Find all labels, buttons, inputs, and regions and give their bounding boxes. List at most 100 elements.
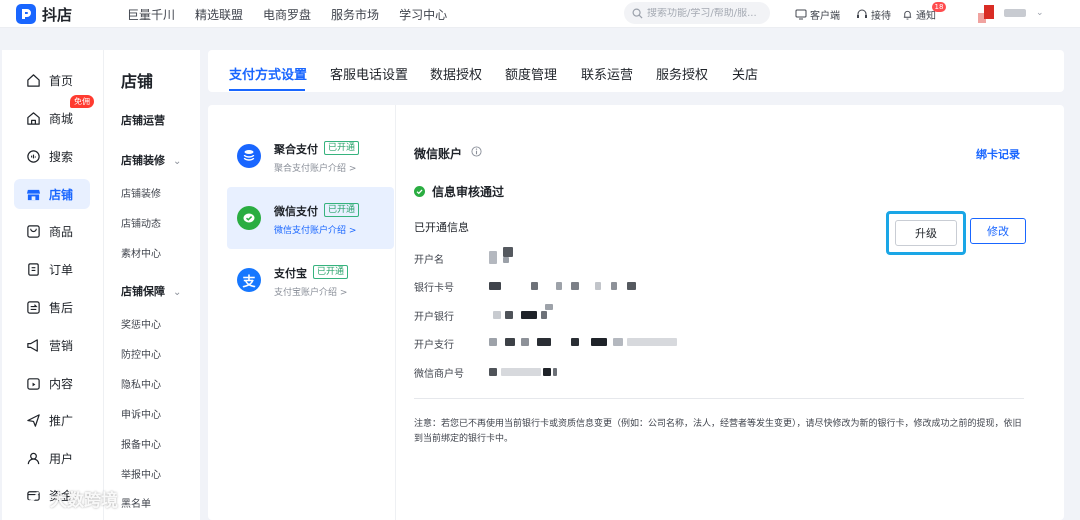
sidebar-item-after-sale[interactable]: 售后 bbox=[14, 292, 90, 322]
sidebar-item-label: 内容 bbox=[49, 376, 74, 391]
payment-intro-link[interactable]: 支付宝账户介绍 > bbox=[274, 285, 347, 298]
notice-count-badge: 18 bbox=[932, 2, 946, 12]
upgrade-button[interactable]: 升级 bbox=[895, 220, 957, 246]
verification-text: 信息审核通过 bbox=[432, 185, 505, 199]
sidebar-item-label: 商城 bbox=[49, 111, 74, 126]
verification-status: 信息审核通过 bbox=[414, 183, 504, 200]
logo[interactable]: 抖店 bbox=[16, 3, 72, 25]
topnav-service-market[interactable]: 服务市场 bbox=[331, 6, 379, 23]
content-panel: 聚合支付 已开通 聚合支付账户介绍 > 微信支付 已开通 微信支付账户介绍 > … bbox=[208, 105, 1064, 520]
bind-card-record-link[interactable]: 绑卡记录 bbox=[976, 146, 1020, 162]
top-bar: 抖店 巨量千川 精选联盟 电商罗盘 服务市场 学习中心 客户端 接待 通知 18… bbox=[0, 0, 1080, 28]
topnav-qianchuan[interactable]: 巨量千川 bbox=[127, 6, 175, 23]
sidebar-item-search[interactable]: 搜索 bbox=[14, 141, 90, 171]
sidebar-item-mall[interactable]: 商城 免佣 bbox=[14, 95, 94, 133]
payment-intro-link[interactable]: 聚合支付账户介绍 > bbox=[274, 161, 356, 174]
subnav-item-report[interactable]: 举报中心 bbox=[121, 466, 161, 481]
subnav-item-risk-control[interactable]: 防控中心 bbox=[121, 346, 161, 361]
top-nav: 巨量千川 精选联盟 电商罗盘 服务市场 学习中心 bbox=[127, 0, 467, 28]
field-label-account-name: 开户名 bbox=[414, 255, 444, 266]
payment-name: 微信支付 bbox=[274, 205, 318, 218]
tab-data-auth[interactable]: 数据授权 bbox=[430, 64, 482, 83]
payment-intro-link[interactable]: 微信支付账户介绍 > bbox=[274, 223, 356, 236]
watermark-text: 大数跨境 bbox=[50, 491, 118, 511]
topnav-compass[interactable]: 电商罗盘 bbox=[263, 6, 311, 23]
tab-contact-ops[interactable]: 联系运营 bbox=[581, 64, 633, 83]
tab-close-store[interactable]: 关店 bbox=[732, 64, 758, 83]
tab-service-phone[interactable]: 客服电话设置 bbox=[330, 64, 408, 83]
sidebar-item-label: 首页 bbox=[49, 73, 74, 88]
sidebar-item-marketing[interactable]: 营销 bbox=[14, 330, 90, 360]
after-sale-icon bbox=[27, 300, 40, 314]
store-icon bbox=[26, 189, 41, 200]
reception-label: 接待 bbox=[871, 10, 891, 22]
payment-method-list: 聚合支付 已开通 聚合支付账户介绍 > 微信支付 已开通 微信支付账户介绍 > … bbox=[208, 105, 396, 520]
topnav-alliance[interactable]: 精选联盟 bbox=[195, 6, 243, 23]
sidebar-item-content[interactable]: 内容 bbox=[14, 368, 90, 398]
payment-item-alipay[interactable]: 支 支付宝 已开通 支付宝账户介绍 > bbox=[227, 249, 394, 311]
sidebar-item-label: 售后 bbox=[49, 300, 74, 315]
subnav-item-privacy[interactable]: 隐私中心 bbox=[121, 376, 161, 391]
user-icon bbox=[27, 452, 40, 464]
topnav-learning[interactable]: 学习中心 bbox=[399, 6, 447, 23]
subnav-group-decor[interactable]: 店铺装修 ⌄ bbox=[121, 152, 181, 168]
upgrade-highlight: 升级 bbox=[886, 211, 966, 255]
subnav-item-appeal[interactable]: 申诉中心 bbox=[121, 406, 161, 421]
chevron-down-icon: ⌄ bbox=[173, 287, 182, 298]
search-input[interactable] bbox=[647, 7, 765, 19]
sidebar-item-promote[interactable]: 推广 bbox=[14, 405, 90, 435]
sidebar-item-label: 推广 bbox=[49, 413, 74, 428]
field-label-merchant-id: 微信商户号 bbox=[414, 369, 464, 380]
bell-icon bbox=[903, 10, 912, 20]
alipay-icon: 支 bbox=[237, 268, 261, 292]
avatar[interactable] bbox=[978, 5, 996, 23]
subnav-title: 店铺 bbox=[121, 72, 154, 91]
field-label-branch: 开户支行 bbox=[414, 340, 454, 351]
client-button[interactable]: 客户端 bbox=[795, 5, 840, 23]
sidebar-item-user[interactable]: 用户 bbox=[14, 443, 90, 473]
payment-item-aggregate[interactable]: 聚合支付 已开通 聚合支付账户介绍 > bbox=[227, 125, 394, 187]
tab-quota[interactable]: 额度管理 bbox=[505, 64, 557, 83]
primary-sidebar: 首页 商城 免佣 搜索 店铺 商品 订单 售后 营销 内容 推广 用户 资金 bbox=[2, 50, 103, 520]
field-label-card-number: 银行卡号 bbox=[414, 283, 454, 294]
secondary-sidebar: 店铺 店铺运营 店铺装修 ⌄ 店铺装修 店铺动态 素材中心 店铺保障 ⌄ 奖惩中心 … bbox=[103, 50, 200, 520]
monitor-icon bbox=[795, 9, 807, 19]
opened-info-label: 已开通信息 bbox=[414, 221, 469, 234]
sidebar-item-label: 营销 bbox=[49, 338, 74, 353]
search-box[interactable] bbox=[624, 2, 770, 24]
subnav-store-ops[interactable]: 店铺运营 bbox=[121, 112, 165, 128]
subnav-item-materials[interactable]: 素材中心 bbox=[121, 245, 161, 260]
subnav-item-filing[interactable]: 报备中心 bbox=[121, 436, 161, 451]
search-icon bbox=[632, 8, 643, 19]
info-icon[interactable] bbox=[471, 146, 482, 157]
chevron-down-icon[interactable]: ⌄ bbox=[1036, 8, 1044, 18]
active-tab-indicator bbox=[229, 89, 305, 91]
watermark-logo-icon bbox=[8, 490, 40, 504]
logo-text: 抖店 bbox=[42, 5, 73, 24]
sidebar-item-label: 店铺 bbox=[49, 187, 74, 202]
aggregate-pay-icon bbox=[237, 144, 261, 168]
divider bbox=[414, 398, 1024, 399]
modify-button[interactable]: 修改 bbox=[970, 218, 1026, 244]
notice-button[interactable]: 通知 bbox=[902, 5, 936, 23]
sidebar-item-order[interactable]: 订单 bbox=[14, 254, 90, 284]
check-circle-icon bbox=[414, 186, 425, 197]
reception-button[interactable]: 接待 bbox=[856, 5, 891, 23]
notice-text: 注意：若您已不再使用当前银行卡或资质信息变更（例如：公司名称，法人，经营者等发生… bbox=[414, 419, 1022, 444]
wechat-pay-icon bbox=[237, 206, 261, 230]
sidebar-item-product[interactable]: 商品 bbox=[14, 216, 90, 246]
payment-item-wechat[interactable]: 微信支付 已开通 微信支付账户介绍 > bbox=[227, 187, 394, 249]
subnav-item-rewards[interactable]: 奖惩中心 bbox=[121, 316, 161, 331]
subnav-group-decor-label: 店铺装修 bbox=[121, 154, 165, 167]
sidebar-item-store[interactable]: 店铺 bbox=[14, 179, 90, 209]
sidebar-item-home[interactable]: 首页 bbox=[14, 65, 90, 95]
subnav-group-guard[interactable]: 店铺保障 ⌄ bbox=[121, 283, 181, 299]
subnav-item-dynamics[interactable]: 店铺动态 bbox=[121, 215, 161, 230]
tab-service-auth[interactable]: 服务授权 bbox=[656, 64, 708, 83]
account-detail: 微信账户 绑卡记录 信息审核通过 已开通信息 升级 修改 开户名 银行卡号 开户… bbox=[413, 105, 1053, 520]
product-icon bbox=[27, 224, 40, 238]
tab-payment-settings[interactable]: 支付方式设置 bbox=[229, 64, 307, 83]
subnav-item-decor[interactable]: 店铺装修 bbox=[121, 185, 161, 200]
account-title: 微信账户 bbox=[414, 147, 463, 161]
subnav-item-blacklist[interactable]: 黑名单 bbox=[121, 495, 151, 510]
